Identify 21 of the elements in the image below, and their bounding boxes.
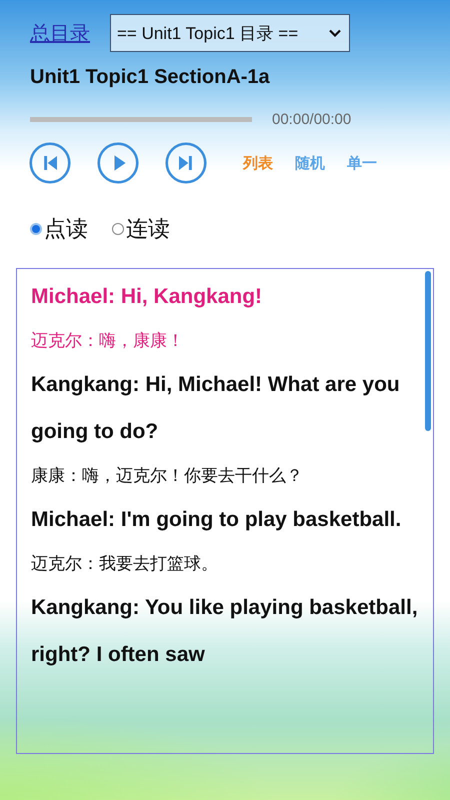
radio-label[interactable]: 连读 — [126, 214, 170, 244]
scrollbar-thumb[interactable] — [425, 271, 431, 431]
radio-label[interactable]: 点读 — [44, 214, 88, 244]
chevron-down-icon — [329, 29, 341, 37]
chinese-translation: 迈克尔：嗨，康康！ — [31, 330, 185, 352]
english-sentence[interactable]: Kangkang: Hi, Michael! What are you going to do? — [31, 361, 425, 455]
next-button[interactable] — [165, 142, 207, 184]
time-display: 00:00/00:00 — [272, 111, 352, 128]
chinese-translation: 康康：嗨，迈克尔！你要去干什么？ — [31, 465, 304, 487]
play-button[interactable] — [97, 142, 139, 184]
radio-button[interactable] — [112, 223, 124, 235]
english-sentence[interactable]: Michael: I'm going to play basketball. — [31, 496, 425, 543]
chinese-translation: 迈克尔：我要去打篮球。 — [31, 553, 219, 575]
english-sentence[interactable]: Kangkang: You like playing basketball, right? I often saw — [31, 584, 425, 678]
previous-button[interactable] — [29, 142, 71, 184]
english-sentence[interactable]: Michael: Hi, Kangkang! — [31, 273, 425, 320]
catalog-dropdown[interactable]: == Unit1 Topic1 目录 == — [110, 14, 350, 52]
home-link[interactable]: 总目录 — [30, 20, 90, 46]
lesson-title: Unit1 Topic1 SectionA-1a — [29, 65, 271, 89]
radio-button[interactable] — [30, 223, 42, 235]
progress-track[interactable] — [30, 117, 252, 122]
